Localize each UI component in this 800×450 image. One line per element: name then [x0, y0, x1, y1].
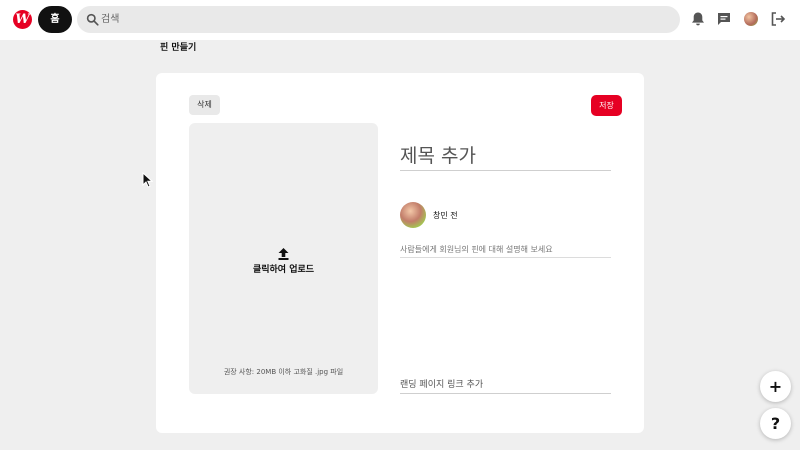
link-input[interactable] [400, 377, 611, 394]
delete-button[interactable]: 삭제 [189, 95, 220, 115]
home-button[interactable]: 홈 [38, 6, 72, 33]
search-icon [86, 13, 99, 26]
user-avatar [400, 202, 426, 228]
upload-icon [278, 248, 289, 260]
page-title: 핀 만들기 [160, 43, 197, 53]
image-upload-area[interactable]: 클릭하여 업로드 권장 사항: 20MB 이하 고화질 .jpg 파일 [189, 123, 378, 394]
search-input[interactable] [101, 6, 671, 33]
help-button[interactable]: ? [760, 408, 791, 439]
top-navigation-bar: W 홈 [0, 0, 800, 40]
profile-avatar[interactable] [744, 12, 758, 26]
description-input[interactable] [400, 241, 611, 258]
upload-hint: 권장 사항: 20MB 이하 고화질 .jpg 파일 [223, 368, 344, 376]
pin-create-card: 삭제 저장 클릭하여 업로드 권장 사항: 20MB 이하 고화질 .jpg 파… [156, 73, 644, 433]
upload-label: 클릭하여 업로드 [252, 265, 315, 275]
add-button[interactable]: + [760, 371, 791, 402]
mouse-cursor-icon [142, 172, 153, 188]
logo-icon[interactable]: W [13, 10, 32, 29]
save-button[interactable]: 저장 [591, 95, 622, 116]
user-name: 창민 전 [433, 211, 458, 220]
search-bar[interactable] [77, 6, 680, 33]
bell-icon[interactable] [690, 11, 706, 27]
title-input[interactable] [400, 141, 611, 171]
chat-icon[interactable] [716, 11, 732, 27]
logout-icon[interactable] [770, 11, 786, 27]
